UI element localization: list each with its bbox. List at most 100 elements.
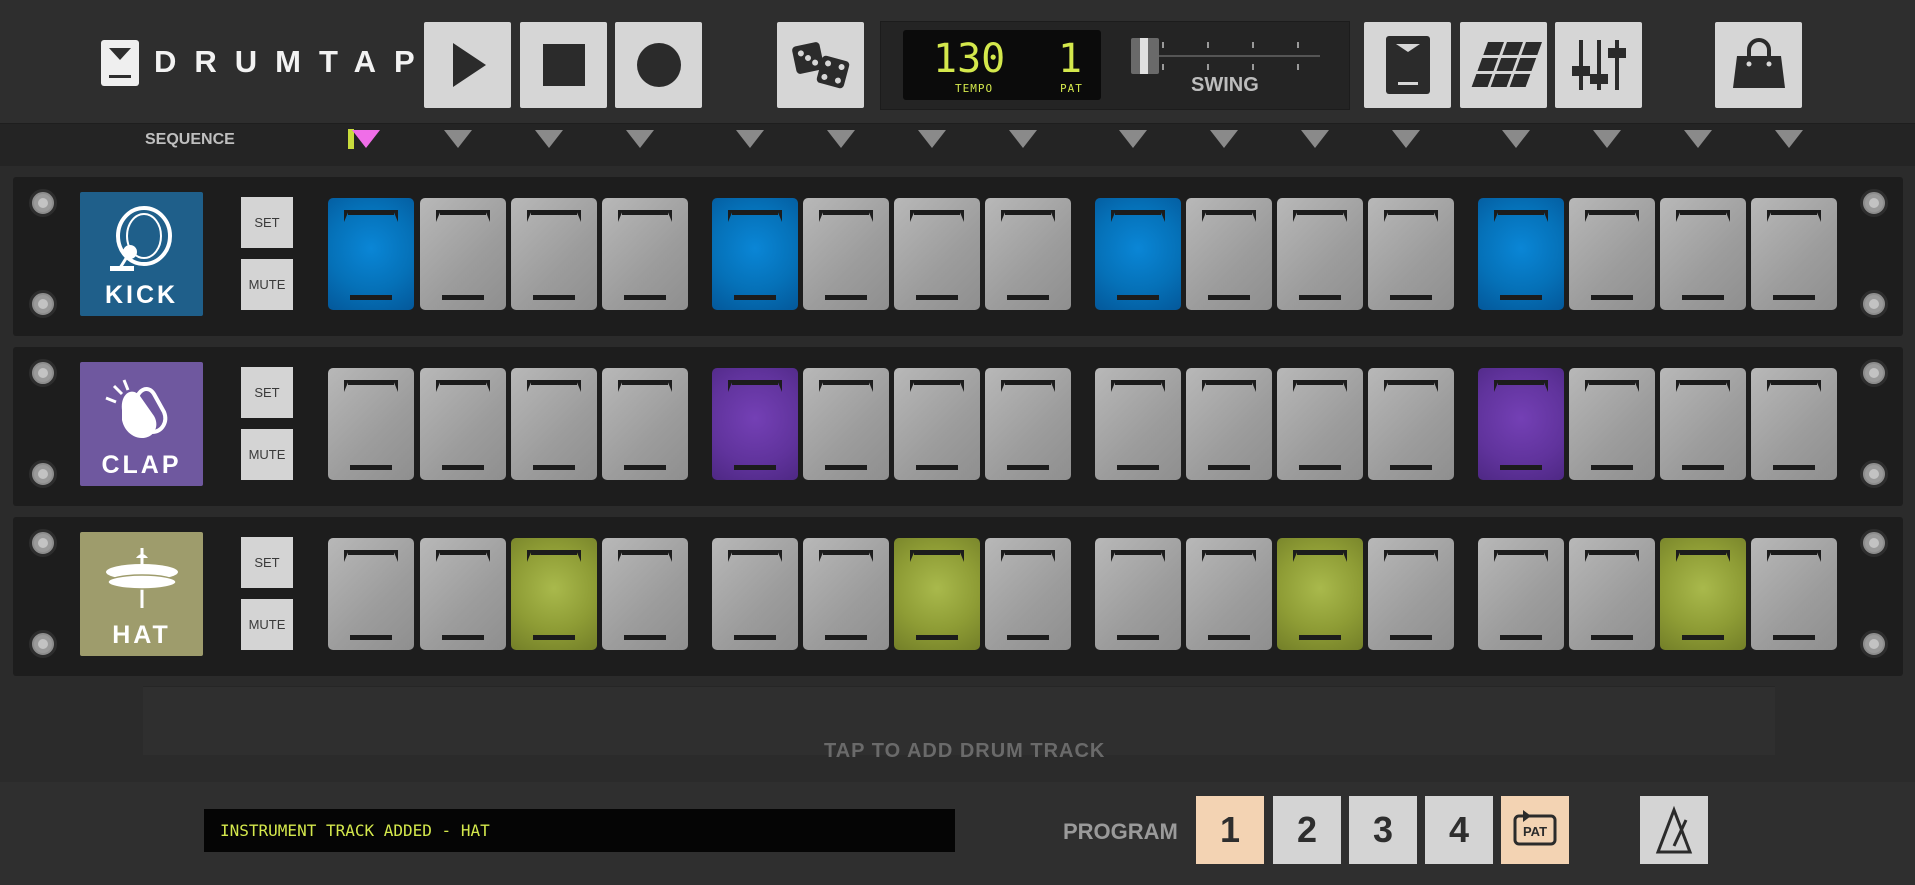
instrument-hat-button[interactable]: HAT bbox=[80, 532, 203, 656]
step-marker-3[interactable] bbox=[535, 130, 563, 148]
step-marker-7[interactable] bbox=[918, 130, 946, 148]
step-marker-10[interactable] bbox=[1210, 130, 1238, 148]
metronome-button[interactable] bbox=[1640, 796, 1708, 864]
clap-step-pad[interactable] bbox=[1660, 368, 1746, 480]
kick-mute-button[interactable]: MUTE bbox=[241, 259, 293, 310]
kick-step-pad[interactable] bbox=[1569, 198, 1655, 310]
step-marker-12[interactable] bbox=[1392, 130, 1420, 148]
grid-view-button[interactable] bbox=[1460, 22, 1547, 108]
status-message: INSTRUMENT TRACK ADDED - HAT bbox=[204, 809, 955, 852]
kick-step-pad[interactable] bbox=[1186, 198, 1272, 310]
hat-mute-button[interactable]: MUTE bbox=[241, 599, 293, 650]
hat-step-pad[interactable] bbox=[1095, 538, 1181, 650]
step-marker-5[interactable] bbox=[736, 130, 764, 148]
hat-step-pad[interactable] bbox=[1186, 538, 1272, 650]
store-button[interactable] bbox=[1715, 22, 1802, 108]
step-marker-8[interactable] bbox=[1009, 130, 1037, 148]
step-marker-11[interactable] bbox=[1301, 130, 1329, 148]
step-marker-6[interactable] bbox=[827, 130, 855, 148]
step-marker-4[interactable] bbox=[626, 130, 654, 148]
step-marker-15[interactable] bbox=[1684, 130, 1712, 148]
hat-step-pad[interactable] bbox=[1751, 538, 1837, 650]
clap-set-button[interactable]: SET bbox=[241, 367, 293, 418]
play-button[interactable] bbox=[424, 22, 511, 108]
clap-step-pad[interactable] bbox=[602, 368, 688, 480]
kick-instrument-icon bbox=[102, 206, 182, 281]
kick-step-pad[interactable] bbox=[1277, 198, 1363, 310]
hat-step-pad[interactable] bbox=[803, 538, 889, 650]
hat-step-pad[interactable] bbox=[1277, 538, 1363, 650]
stop-button[interactable] bbox=[520, 22, 607, 108]
hat-step-pad[interactable] bbox=[328, 538, 414, 650]
clap-step-pad[interactable] bbox=[1751, 368, 1837, 480]
kick-step-pad[interactable] bbox=[1478, 198, 1564, 310]
kick-step-pad[interactable] bbox=[511, 198, 597, 310]
hat-step-pad[interactable] bbox=[1368, 538, 1454, 650]
kick-step-pad[interactable] bbox=[894, 198, 980, 310]
add-drum-track-label: TAP TO ADD DRUM TRACK bbox=[824, 740, 1106, 762]
step-marker-13[interactable] bbox=[1502, 130, 1530, 148]
step-marker-16[interactable] bbox=[1775, 130, 1803, 148]
shopping-bag-icon bbox=[1733, 38, 1785, 88]
program-1-button[interactable]: 1 bbox=[1196, 796, 1264, 864]
clap-step-pad[interactable] bbox=[1277, 368, 1363, 480]
step-marker-1[interactable] bbox=[352, 130, 380, 148]
step-marker-2[interactable] bbox=[444, 130, 472, 148]
record-button[interactable] bbox=[615, 22, 702, 108]
clap-step-pad[interactable] bbox=[712, 368, 798, 480]
kick-set-button[interactable]: SET bbox=[241, 197, 293, 248]
kick-step-pad[interactable] bbox=[985, 198, 1071, 310]
kick-step-pad[interactable] bbox=[1095, 198, 1181, 310]
app-logo-text: DRUMTAP bbox=[154, 44, 433, 79]
mixer-icon bbox=[1572, 40, 1626, 90]
instrument-name: HAT bbox=[112, 621, 171, 649]
pad-view-button[interactable] bbox=[1364, 22, 1451, 108]
instrument-clap-button[interactable]: CLAP bbox=[80, 362, 203, 486]
clap-step-pad[interactable] bbox=[328, 368, 414, 480]
hat-step-pad[interactable] bbox=[985, 538, 1071, 650]
randomize-button[interactable] bbox=[777, 22, 864, 108]
pattern-loop-button[interactable]: PAT bbox=[1501, 796, 1569, 864]
tempo-value: 130 bbox=[933, 36, 1006, 82]
tempo-pattern-lcd[interactable]: 130 TEMPO 1 PAT bbox=[903, 30, 1101, 100]
hat-step-pad[interactable] bbox=[602, 538, 688, 650]
program-2-button[interactable]: 2 bbox=[1273, 796, 1341, 864]
mixer-button[interactable] bbox=[1555, 22, 1642, 108]
instrument-kick-button[interactable]: KICK bbox=[80, 192, 203, 316]
clap-mute-button[interactable]: MUTE bbox=[241, 429, 293, 480]
hat-step-pad[interactable] bbox=[1660, 538, 1746, 650]
clap-step-pad[interactable] bbox=[1478, 368, 1564, 480]
clap-step-pad[interactable] bbox=[1368, 368, 1454, 480]
kick-step-pad[interactable] bbox=[712, 198, 798, 310]
kick-step-pad[interactable] bbox=[1368, 198, 1454, 310]
clap-step-pad[interactable] bbox=[1186, 368, 1272, 480]
dice-icon bbox=[792, 42, 850, 89]
kick-step-pad[interactable] bbox=[1751, 198, 1837, 310]
clap-step-pad[interactable] bbox=[420, 368, 506, 480]
kick-step-pad[interactable] bbox=[602, 198, 688, 310]
hat-step-pad[interactable] bbox=[1478, 538, 1564, 650]
hat-set-button[interactable]: SET bbox=[241, 537, 293, 588]
program-4-button[interactable]: 4 bbox=[1425, 796, 1493, 864]
metronome-icon bbox=[1655, 805, 1693, 854]
hat-step-pad[interactable] bbox=[1569, 538, 1655, 650]
hat-step-pad[interactable] bbox=[511, 538, 597, 650]
clap-step-pad[interactable] bbox=[1569, 368, 1655, 480]
kick-step-pad[interactable] bbox=[420, 198, 506, 310]
step-marker-14[interactable] bbox=[1593, 130, 1621, 148]
program-3-button[interactable]: 3 bbox=[1349, 796, 1417, 864]
clap-step-pad[interactable] bbox=[894, 368, 980, 480]
step-marker-9[interactable] bbox=[1119, 130, 1147, 148]
hat-step-pad[interactable] bbox=[894, 538, 980, 650]
kick-step-pad[interactable] bbox=[1660, 198, 1746, 310]
hat-step-pad[interactable] bbox=[712, 538, 798, 650]
swing-slider[interactable]: SWING bbox=[1128, 32, 1328, 102]
clap-step-pad[interactable] bbox=[803, 368, 889, 480]
clap-step-pad[interactable] bbox=[1095, 368, 1181, 480]
hat-step-pad[interactable] bbox=[420, 538, 506, 650]
screw-icon bbox=[1860, 290, 1888, 318]
clap-step-pad[interactable] bbox=[511, 368, 597, 480]
kick-step-pad[interactable] bbox=[803, 198, 889, 310]
clap-step-pad[interactable] bbox=[985, 368, 1071, 480]
kick-step-pad[interactable] bbox=[328, 198, 414, 310]
